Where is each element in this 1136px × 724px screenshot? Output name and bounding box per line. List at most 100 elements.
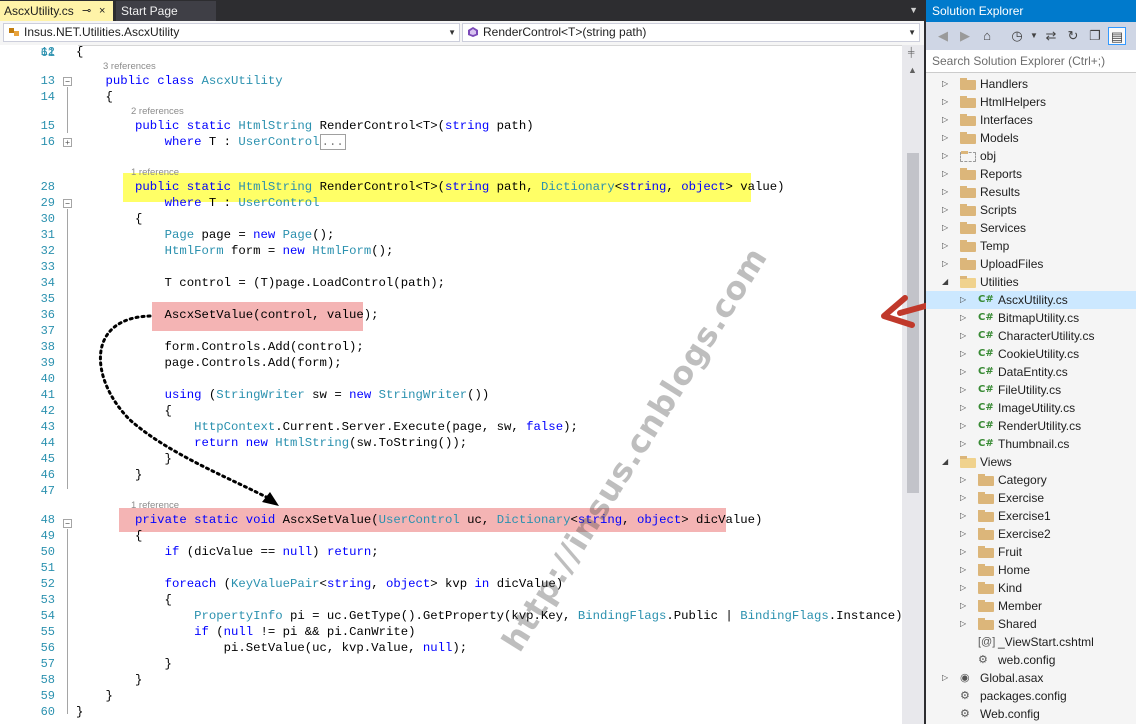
tab-overflow-icon[interactable]: ▼: [909, 5, 918, 15]
scrollbar-thumb[interactable]: [907, 153, 919, 493]
tree-item-exercise[interactable]: ▷ Exercise: [926, 489, 1136, 507]
expand-arrow-icon[interactable]: ▷: [942, 183, 948, 201]
tree-item-utilities[interactable]: ◢ Utilities: [926, 273, 1136, 291]
tree-item-obj[interactable]: ▷ obj: [926, 147, 1136, 165]
tree-item-views[interactable]: ◢ Views: [926, 453, 1136, 471]
tree-item-shared[interactable]: ▷ Shared: [926, 615, 1136, 633]
tree-item-fileutility-cs[interactable]: ▷ C# FileUtility.cs: [926, 381, 1136, 399]
expand-arrow-icon[interactable]: ▷: [960, 471, 966, 489]
chevron-down-icon[interactable]: ▼: [1025, 27, 1043, 45]
expand-arrow-icon[interactable]: ▷: [960, 597, 966, 615]
codelens-references[interactable]: 2 references: [131, 106, 184, 117]
collapse-icon[interactable]: −: [63, 519, 72, 528]
expanded-icon[interactable]: ◢: [942, 273, 948, 291]
expand-arrow-icon[interactable]: ▷: [960, 543, 966, 561]
split-handle-icon[interactable]: ╪: [908, 47, 914, 57]
tree-item-characterutility-cs[interactable]: ▷ C# CharacterUtility.cs: [926, 327, 1136, 345]
tree-item-cookieutility-cs[interactable]: ▷ C# CookieUtility.cs: [926, 345, 1136, 363]
refresh-icon[interactable]: ↻: [1064, 27, 1082, 45]
tree-item-packages-config[interactable]: ⚙ packages.config: [926, 687, 1136, 705]
show-all-files-icon[interactable]: ▤: [1108, 27, 1126, 45]
code-line: HtmlForm form = new HtmlForm();: [164, 244, 394, 258]
expand-arrow-icon[interactable]: ▷: [960, 345, 966, 363]
tree-item-results[interactable]: ▷ Results: [926, 183, 1136, 201]
expand-arrow-icon[interactable]: ▷: [942, 165, 948, 183]
history-icon[interactable]: ◷: [1008, 27, 1026, 45]
sync-icon[interactable]: ⇄: [1042, 27, 1060, 45]
expand-arrow-icon[interactable]: ▷: [960, 579, 966, 597]
pin-icon[interactable]: ⊸: [82, 1, 91, 21]
codelens-references[interactable]: 1 reference: [131, 167, 179, 178]
expand-arrow-icon[interactable]: ▷: [960, 309, 966, 327]
close-icon[interactable]: ×: [99, 1, 105, 21]
scroll-up-icon[interactable]: ▲: [908, 65, 917, 75]
collapsed-region[interactable]: ...: [319, 134, 346, 150]
tree-item-uploadfiles[interactable]: ▷ UploadFiles: [926, 255, 1136, 273]
expand-arrow-icon[interactable]: ▷: [960, 291, 966, 309]
tree-item-models[interactable]: ▷ Models: [926, 129, 1136, 147]
tree-item-exercise2[interactable]: ▷ Exercise2: [926, 525, 1136, 543]
expand-arrow-icon[interactable]: ▷: [942, 111, 948, 129]
codelens-references[interactable]: 3 references: [103, 61, 156, 72]
class-dropdown[interactable]: Insus.NET.Utilities.AscxUtility ▼: [3, 23, 460, 42]
vertical-scrollbar[interactable]: ╪ ▲: [902, 45, 924, 724]
expand-arrow-icon[interactable]: ▷: [960, 525, 966, 543]
tree-item-category[interactable]: ▷ Category: [926, 471, 1136, 489]
back-icon[interactable]: ◀: [934, 27, 952, 45]
expand-arrow-icon[interactable]: ▷: [942, 201, 948, 219]
code-editor[interactable]: AscxUtility.cs ⊸ × Start Page ▼ Insus.NE…: [0, 0, 924, 724]
expand-arrow-icon[interactable]: ▷: [960, 507, 966, 525]
home-icon[interactable]: ⌂: [978, 27, 996, 45]
expand-arrow-icon[interactable]: ▷: [942, 255, 948, 273]
tree-item-handlers[interactable]: ▷ Handlers: [926, 75, 1136, 93]
collapse-icon[interactable]: −: [63, 199, 72, 208]
tree-item-web-config[interactable]: ⚙ Web.config: [926, 705, 1136, 723]
expand-arrow-icon[interactable]: ▷: [960, 381, 966, 399]
tree-item-temp[interactable]: ▷ Temp: [926, 237, 1136, 255]
expand-arrow-icon[interactable]: ▷: [942, 219, 948, 237]
tree-item-thumbnail-cs[interactable]: ▷ C# Thumbnail.cs: [926, 435, 1136, 453]
tree-item-web-config[interactable]: ⚙ web.config: [926, 651, 1136, 669]
tree-item-home[interactable]: ▷ Home: [926, 561, 1136, 579]
tree-item-exercise1[interactable]: ▷ Exercise1: [926, 507, 1136, 525]
tree-item-fruit[interactable]: ▷ Fruit: [926, 543, 1136, 561]
expand-arrow-icon[interactable]: ▷: [942, 147, 948, 165]
expand-arrow-icon[interactable]: ▷: [960, 417, 966, 435]
expand-arrow-icon[interactable]: ▷: [960, 399, 966, 417]
expand-arrow-icon[interactable]: ▷: [942, 93, 948, 111]
tree-item-services[interactable]: ▷ Services: [926, 219, 1136, 237]
expand-icon[interactable]: +: [63, 138, 72, 147]
tree-item-member[interactable]: ▷ Member: [926, 597, 1136, 615]
tree-item-ascxutility-cs[interactable]: ▷ C# AscxUtility.cs: [926, 291, 1136, 309]
expand-arrow-icon[interactable]: ▷: [960, 489, 966, 507]
expand-arrow-icon[interactable]: ▷: [942, 129, 948, 147]
expand-arrow-icon[interactable]: ▷: [960, 615, 966, 633]
tree-item-htmlhelpers[interactable]: ▷ HtmlHelpers: [926, 93, 1136, 111]
expanded-icon[interactable]: ◢: [942, 453, 948, 471]
expand-arrow-icon[interactable]: ▷: [960, 435, 966, 453]
tree-item-imageutility-cs[interactable]: ▷ C# ImageUtility.cs: [926, 399, 1136, 417]
tree-item-bitmaputility-cs[interactable]: ▷ C# BitmapUtility.cs: [926, 309, 1136, 327]
forward-icon[interactable]: ▶: [956, 27, 974, 45]
expand-arrow-icon[interactable]: ▷: [960, 363, 966, 381]
tab-start-page[interactable]: Start Page: [116, 1, 216, 21]
expand-arrow-icon[interactable]: ▷: [942, 669, 948, 687]
expand-arrow-icon[interactable]: ▷: [960, 327, 966, 345]
tree-item-renderutility-cs[interactable]: ▷ C# RenderUtility.cs: [926, 417, 1136, 435]
expand-arrow-icon[interactable]: ▷: [960, 561, 966, 579]
expand-arrow-icon[interactable]: ▷: [942, 237, 948, 255]
member-dropdown[interactable]: RenderControl<T>(string path) ▼: [462, 23, 920, 42]
solution-search-input[interactable]: Search Solution Explorer (Ctrl+;): [926, 50, 1136, 73]
tree-item-reports[interactable]: ▷ Reports: [926, 165, 1136, 183]
tree-item-viewstart-cshtml[interactable]: [@] _ViewStart.cshtml: [926, 633, 1136, 651]
tree-item-dataentity-cs[interactable]: ▷ C# DataEntity.cs: [926, 363, 1136, 381]
tree-item-interfaces[interactable]: ▷ Interfaces: [926, 111, 1136, 129]
codelens-references[interactable]: 1 reference: [131, 500, 179, 511]
tree-item-global-asax[interactable]: ▷ ◉ Global.asax: [926, 669, 1136, 687]
tree-item-scripts[interactable]: ▷ Scripts: [926, 201, 1136, 219]
tree-item-kind[interactable]: ▷ Kind: [926, 579, 1136, 597]
collapse-all-icon[interactable]: ❐: [1086, 27, 1104, 45]
expand-arrow-icon[interactable]: ▷: [942, 75, 948, 93]
collapse-icon[interactable]: −: [63, 77, 72, 86]
tab-ascxutility[interactable]: AscxUtility.cs ⊸ ×: [0, 1, 113, 21]
